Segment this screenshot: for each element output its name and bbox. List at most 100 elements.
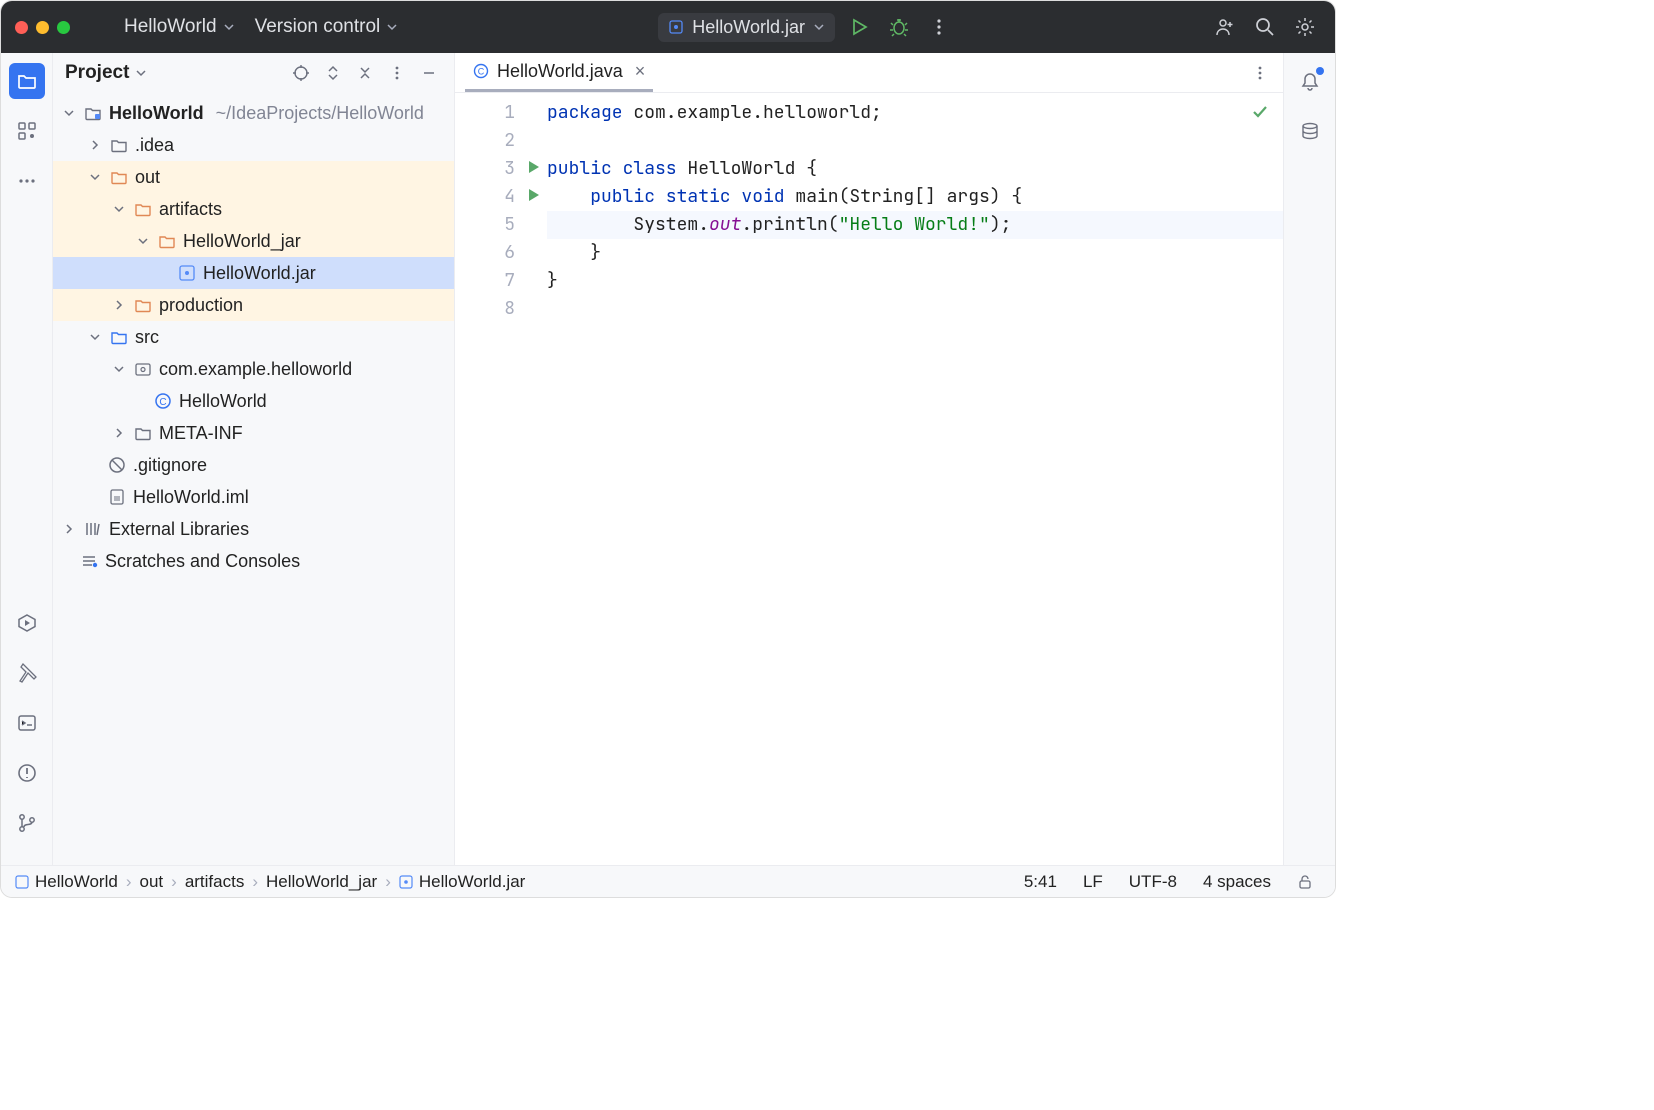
chevron-right-icon [63,523,75,535]
search-everywhere-button[interactable] [1249,11,1281,43]
code-text: System. [547,213,709,236]
tree-item-iml[interactable]: HelloWorld.iml [53,481,454,513]
problems-tool-button[interactable] [9,755,45,791]
debug-button[interactable] [883,11,915,43]
chevron-down-icon[interactable] [135,67,147,79]
services-tool-button[interactable] [9,605,45,641]
project-tool-button[interactable] [9,63,45,99]
structure-tool-button[interactable] [9,113,45,149]
more-tools-button[interactable] [9,163,45,199]
tree-item-label: src [135,327,159,348]
tree-item-scratches[interactable]: Scratches and Consoles [53,545,454,577]
settings-button[interactable] [1289,11,1321,43]
line-number[interactable]: 3 [455,155,543,183]
tree-item-package[interactable]: com.example.helloworld [53,353,454,385]
run-configuration-selector[interactable]: HelloWorld.jar [658,13,835,42]
hide-panel-button[interactable] [416,60,442,86]
folder-excluded-icon [133,296,153,314]
right-tool-strip [1283,53,1335,865]
chevron-down-icon [113,203,125,215]
crumb-item[interactable]: out [140,872,164,892]
collapse-all-button[interactable] [352,60,378,86]
tree-item-artifacts[interactable]: artifacts [53,193,454,225]
status-readonly-toggle[interactable] [1289,874,1321,890]
code-editor[interactable]: 1 2 3 4 5 6 7 8 package com.example.hell… [455,93,1283,865]
analysis-ok-icon[interactable] [1251,103,1269,121]
crumb-label: artifacts [185,872,245,892]
crumb-sep-icon: › [385,872,391,892]
chevron-right-icon [113,427,125,439]
close-tab-button[interactable]: × [635,61,646,82]
status-caret-pos[interactable]: 5:41 [1016,872,1065,892]
build-tool-button[interactable] [9,655,45,691]
project-panel-title: Project [65,62,129,84]
panel-options-button[interactable] [384,60,410,86]
vcs-menu[interactable]: Version control [249,12,405,42]
tree-item-artifact-dir[interactable]: HelloWorld_jar [53,225,454,257]
tree-item-jar-file[interactable]: HelloWorld.jar [53,257,454,289]
notification-dot [1316,67,1324,75]
terminal-tool-button[interactable] [9,705,45,741]
tree-item-external-libs[interactable]: External Libraries [53,513,454,545]
tree-item-label: out [135,167,160,188]
run-button[interactable] [843,11,875,43]
code-body[interactable]: package com.example.helloworld; public c… [543,93,1283,865]
expand-icon [325,65,341,81]
notifications-button[interactable] [1292,63,1328,99]
editor-tab-label: HelloWorld.java [497,61,623,82]
status-indent[interactable]: 4 spaces [1195,872,1279,892]
zoom-window-icon[interactable] [57,21,70,34]
target-icon [292,64,310,82]
lock-open-icon [1297,874,1313,890]
tree-item-class[interactable]: C HelloWorld [53,385,454,417]
editor-tabs: C HelloWorld.java × [455,53,1283,93]
code-text: ); [990,213,1012,236]
crumb-item[interactable]: HelloWorld_jar [266,872,377,892]
tree-item-out[interactable]: out [53,161,454,193]
status-encoding[interactable]: UTF-8 [1121,872,1185,892]
class-icon: C [153,392,173,410]
code-with-me-button[interactable] [1209,11,1241,43]
more-actions-button[interactable] [923,11,955,43]
status-line-sep[interactable]: LF [1075,872,1111,892]
tree-item-label: META-INF [159,423,243,444]
chevron-right-icon [89,139,101,151]
code-text: (String[] args) { [839,185,1023,208]
tree-root[interactable]: HelloWorld ~/IdeaProjects/HelloWorld [53,97,454,129]
expand-all-button[interactable] [320,60,346,86]
tree-item-idea[interactable]: .idea [53,129,454,161]
tree-item-src[interactable]: src [53,321,454,353]
tree-item-label: HelloWorld.iml [133,487,249,508]
chevron-down-icon [386,21,398,33]
chevron-down-icon [89,171,101,183]
close-window-icon[interactable] [15,21,28,34]
chevron-down-icon [223,21,235,33]
tree-item-gitignore[interactable]: .gitignore [53,449,454,481]
gear-icon [1295,17,1315,37]
crumb-item[interactable]: artifacts [185,872,245,892]
folder-excluded-icon [157,232,177,250]
minimize-window-icon[interactable] [36,21,49,34]
git-tool-button[interactable] [9,805,45,841]
database-tool-button[interactable] [1292,113,1328,149]
editor-area: C HelloWorld.java × 1 2 3 4 5 6 7 8 [455,53,1283,865]
crumb-item[interactable]: HelloWorld.jar [399,872,525,892]
line-number: 5 [455,211,543,239]
tree-item-production[interactable]: production [53,289,454,321]
folder-source-icon [109,328,129,346]
project-panel-header: Project [53,53,454,93]
services-icon [17,613,37,633]
hammer-icon [17,663,37,683]
select-opened-file-button[interactable] [288,60,314,86]
tree-item-metainf[interactable]: META-INF [53,417,454,449]
tree-item-label: .gitignore [133,455,207,476]
editor-options-button[interactable] [1247,60,1273,86]
line-number[interactable]: 4 [455,183,543,211]
project-menu[interactable]: HelloWorld [118,12,241,42]
crumb-item[interactable]: HelloWorld [15,872,118,892]
editor-tab[interactable]: C HelloWorld.java × [465,53,653,92]
bug-icon [889,17,909,37]
class-icon: C [473,63,489,79]
minimize-icon [421,65,437,81]
line-number: 7 [455,267,543,295]
